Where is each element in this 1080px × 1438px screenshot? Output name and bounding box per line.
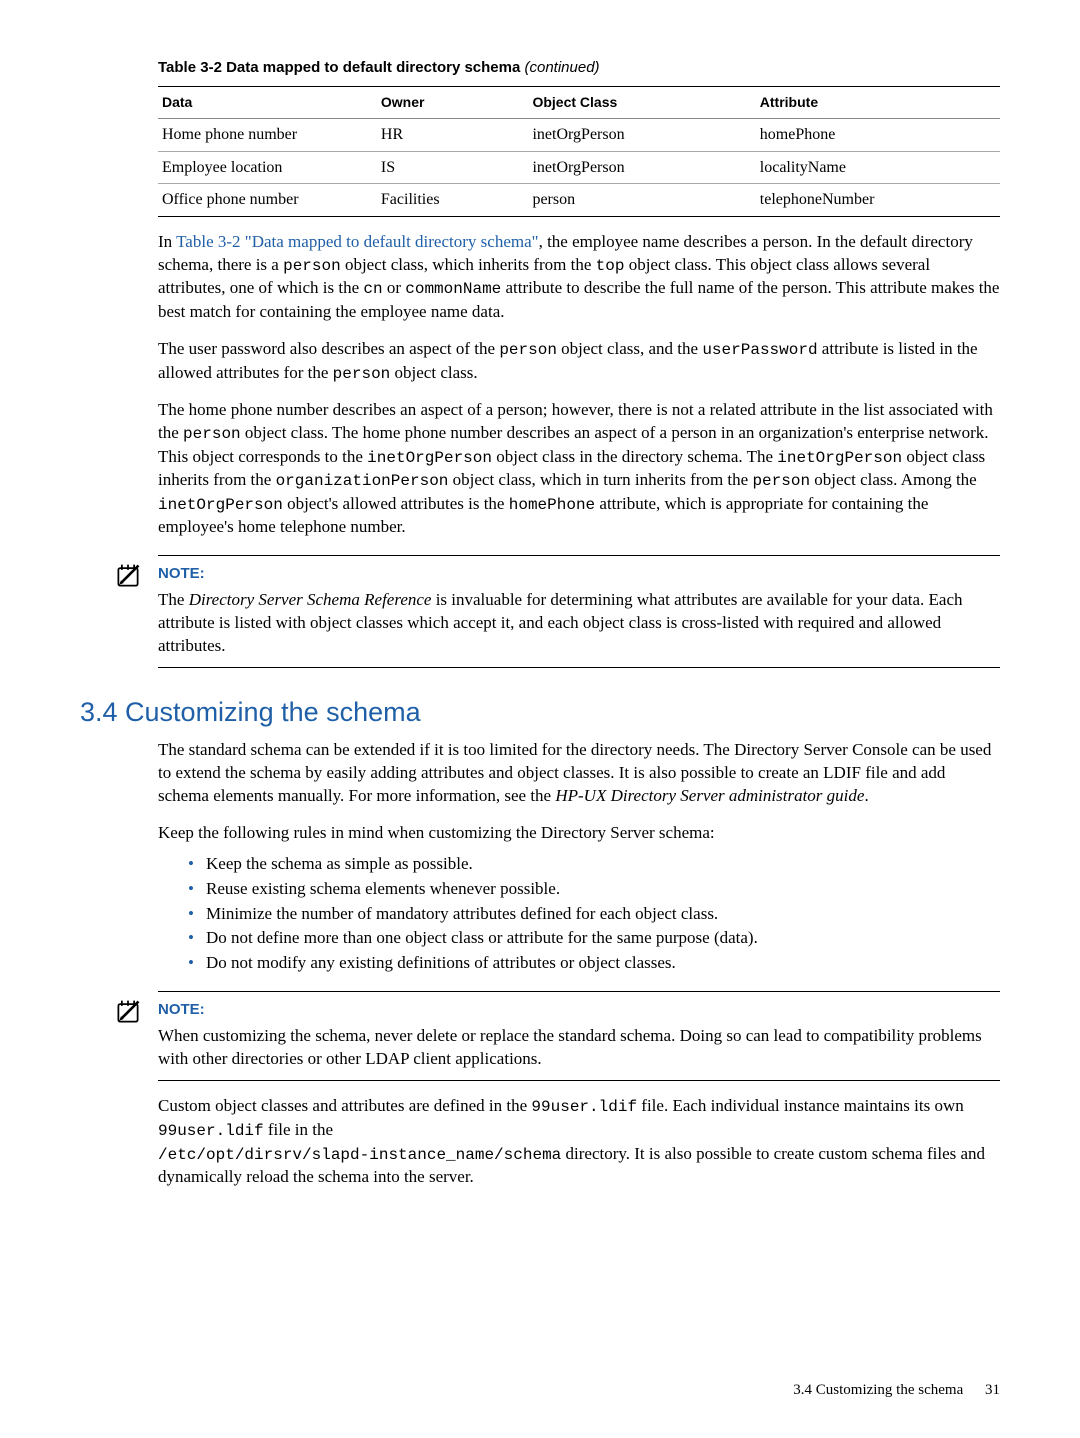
code: person xyxy=(752,472,810,490)
list-item: Keep the schema as simple as possible. xyxy=(188,853,1000,876)
table-row: Office phone number Facilities person te… xyxy=(158,184,1000,217)
col-owner: Owner xyxy=(377,87,529,119)
code: userPassword xyxy=(702,341,817,359)
code: organizationPerson xyxy=(276,472,449,490)
text: object class in the directory schema. Th… xyxy=(492,447,777,466)
text: object class. xyxy=(390,363,477,382)
cell: Employee location xyxy=(158,151,377,184)
caption-title: Table 3-2 Data mapped to default directo… xyxy=(158,59,520,76)
note-label: NOTE: xyxy=(158,1000,1000,1020)
code: 99user.ldif xyxy=(531,1098,637,1116)
note-block-1: NOTE: The Directory Server Schema Refere… xyxy=(158,555,1000,668)
code: person xyxy=(283,257,341,275)
code: person xyxy=(333,365,391,383)
text: object class. Among the xyxy=(810,470,977,489)
table-row: Employee location IS inetOrgPerson local… xyxy=(158,151,1000,184)
cell: Facilities xyxy=(377,184,529,217)
code: /etc/opt/dirsrv/slapd-instance_name/sche… xyxy=(158,1146,561,1164)
note-label: NOTE: xyxy=(158,564,1000,584)
code: cn xyxy=(363,280,382,298)
text: The user password also describes an aspe… xyxy=(158,339,499,358)
italic-text: HP-UX Directory Server administrator gui… xyxy=(555,786,864,805)
cell: inetOrgPerson xyxy=(528,151,755,184)
cell: person xyxy=(528,184,755,217)
caption-continued: (continued) xyxy=(520,59,599,76)
text: The xyxy=(158,590,189,609)
cell: localityName xyxy=(756,151,1000,184)
paragraph-6: Custom object classes and attributes are… xyxy=(158,1095,1000,1189)
schema-table: Data Owner Object Class Attribute Home p… xyxy=(158,86,1000,217)
code: inetOrgPerson xyxy=(158,496,283,514)
note-icon xyxy=(114,562,142,590)
text: object class, and the xyxy=(557,339,702,358)
section-heading: 3.4 Customizing the schema xyxy=(80,694,1000,730)
text: object class, which in turn inherits fro… xyxy=(448,470,752,489)
page: Table 3-2 Data mapped to default directo… xyxy=(0,0,1080,1438)
bullet-list: Keep the schema as simple as possible. R… xyxy=(158,853,1000,976)
table-caption: Table 3-2 Data mapped to default directo… xyxy=(158,58,1000,78)
cell: Home phone number xyxy=(158,119,377,152)
code: top xyxy=(596,257,625,275)
note-icon xyxy=(114,998,142,1026)
paragraph-1: In Table 3-2 "Data mapped to default dir… xyxy=(158,231,1000,324)
table-ref-link[interactable]: Table 3-2 "Data mapped to default direct… xyxy=(176,232,538,251)
code: person xyxy=(183,425,241,443)
code: homePhone xyxy=(509,496,595,514)
paragraph-5: Keep the following rules in mind when cu… xyxy=(158,822,1000,845)
table-row: Home phone number HR inetOrgPerson homeP… xyxy=(158,119,1000,152)
list-item: Do not define more than one object class… xyxy=(188,927,1000,950)
paragraph-3: The home phone number describes an aspec… xyxy=(158,399,1000,539)
text: . xyxy=(864,786,868,805)
cell: IS xyxy=(377,151,529,184)
paragraph-4: The standard schema can be extended if i… xyxy=(158,739,1000,808)
text: file. Each individual instance maintains… xyxy=(637,1096,964,1115)
list-item: Minimize the number of mandatory attribu… xyxy=(188,903,1000,926)
cell: inetOrgPerson xyxy=(528,119,755,152)
cell: homePhone xyxy=(756,119,1000,152)
note-block-2: NOTE: When customizing the schema, never… xyxy=(158,991,1000,1081)
italic-text: Directory Server Schema Reference xyxy=(189,590,432,609)
code: commonName xyxy=(405,280,501,298)
cell: Office phone number xyxy=(158,184,377,217)
footer-section: 3.4 Customizing the schema xyxy=(793,1382,963,1398)
list-item: Reuse existing schema elements whenever … xyxy=(188,878,1000,901)
code: inetOrgPerson xyxy=(777,449,902,467)
col-data: Data xyxy=(158,87,377,119)
text: Custom object classes and attributes are… xyxy=(158,1096,531,1115)
page-footer: 3.4 Customizing the schema 31 xyxy=(793,1380,1000,1400)
text: object class, which inherits from the xyxy=(341,255,596,274)
text: In xyxy=(158,232,176,251)
code: inetOrgPerson xyxy=(367,449,492,467)
col-object-class: Object Class xyxy=(528,87,755,119)
note-body: When customizing the schema, never delet… xyxy=(158,1025,1000,1071)
code: person xyxy=(499,341,557,359)
list-item: Do not modify any existing definitions o… xyxy=(188,952,1000,975)
table-block: Table 3-2 Data mapped to default directo… xyxy=(158,58,1000,217)
col-attribute: Attribute xyxy=(756,87,1000,119)
text: or xyxy=(383,278,406,297)
page-number: 31 xyxy=(985,1382,1000,1398)
table-header-row: Data Owner Object Class Attribute xyxy=(158,87,1000,119)
code: 99user.ldif xyxy=(158,1122,264,1140)
text: file in the xyxy=(264,1120,333,1139)
note-body: The Directory Server Schema Reference is… xyxy=(158,589,1000,658)
paragraph-2: The user password also describes an aspe… xyxy=(158,338,1000,385)
text: object's allowed attributes is the xyxy=(283,494,509,513)
cell: telephoneNumber xyxy=(756,184,1000,217)
cell: HR xyxy=(377,119,529,152)
